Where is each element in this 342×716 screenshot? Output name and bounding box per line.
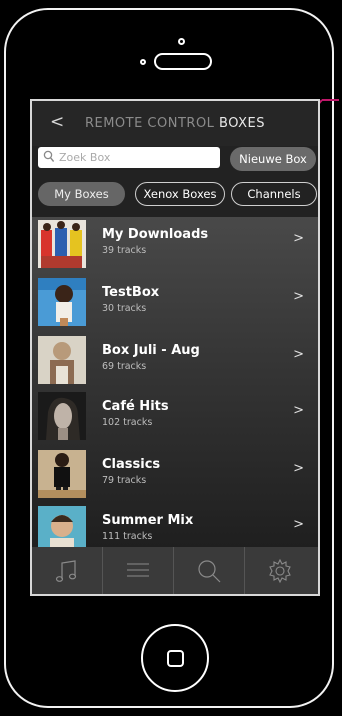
track-count: 111 tracks: [102, 531, 153, 542]
chevron-right-icon[interactable]: >: [293, 461, 304, 476]
list-item[interactable]: Café Hits 102 tracks >: [32, 389, 318, 445]
track-count: 102 tracks: [102, 417, 153, 428]
box-title: TestBox: [102, 285, 160, 300]
sensor-icon: [140, 59, 146, 65]
search-icon: [198, 560, 221, 583]
album-art: [38, 220, 86, 268]
tab-settings[interactable]: [245, 547, 316, 594]
track-count: 69 tracks: [102, 361, 147, 372]
tab-my-boxes[interactable]: My Boxes: [38, 182, 125, 206]
box-title: My Downloads: [102, 227, 209, 242]
chevron-right-icon[interactable]: >: [293, 231, 304, 246]
home-button[interactable]: [141, 624, 209, 692]
box-title: Summer Mix: [102, 513, 194, 528]
album-art: [38, 392, 86, 440]
tab-music[interactable]: [32, 547, 103, 594]
app-screen: < REMOTE CONTROL BOXES Nieuwe Box My Box…: [30, 99, 320, 596]
tab-channels[interactable]: Channels: [231, 182, 317, 206]
speaker-grille: [154, 53, 212, 70]
box-list: My Downloads 39 tracks > TestBox 30 trac…: [32, 217, 318, 547]
page-title: REMOTE CONTROL BOXES: [32, 116, 318, 131]
title-part-1: REMOTE CONTROL: [84, 116, 215, 131]
tab-xenox-boxes[interactable]: Xenox Boxes: [135, 182, 225, 206]
list-item[interactable]: Box Juli - Aug 69 tracks >: [32, 333, 318, 389]
camera-icon: [178, 38, 185, 45]
title-part-2: BOXES: [214, 116, 266, 131]
list-item[interactable]: Classics 79 tracks >: [32, 447, 318, 503]
new-box-button[interactable]: Nieuwe Box: [230, 147, 316, 171]
bottom-tab-bar: [32, 547, 318, 594]
album-art: [38, 506, 86, 547]
tab-search[interactable]: [174, 547, 245, 594]
top-bar: < REMOTE CONTROL BOXES: [32, 101, 318, 146]
album-art: [38, 278, 86, 326]
album-art: [38, 450, 86, 498]
track-count: 39 tracks: [102, 245, 147, 256]
list-icon: [127, 563, 149, 577]
search-input[interactable]: [59, 149, 214, 166]
box-tabs: My Boxes Xenox Boxes Channels: [38, 182, 318, 206]
list-item[interactable]: Summer Mix 111 tracks >: [32, 503, 318, 547]
search-box[interactable]: [38, 147, 220, 168]
album-art: [38, 336, 86, 384]
chevron-right-icon[interactable]: >: [293, 347, 304, 362]
list-item[interactable]: TestBox 30 tracks >: [32, 275, 318, 331]
search-icon: [43, 150, 55, 162]
music-note-icon: [55, 560, 77, 582]
track-count: 79 tracks: [102, 475, 147, 486]
box-title: Café Hits: [102, 399, 169, 414]
chevron-right-icon[interactable]: >: [293, 403, 304, 418]
chevron-right-icon[interactable]: >: [293, 289, 304, 304]
gear-icon: [269, 558, 291, 584]
chevron-right-icon[interactable]: >: [293, 517, 304, 532]
track-count: 30 tracks: [102, 303, 147, 314]
list-item[interactable]: My Downloads 39 tracks >: [32, 217, 318, 273]
box-title: Classics: [102, 457, 161, 472]
box-title: Box Juli - Aug: [102, 343, 200, 358]
home-square-icon: [167, 650, 184, 667]
tab-list[interactable]: [103, 547, 174, 594]
